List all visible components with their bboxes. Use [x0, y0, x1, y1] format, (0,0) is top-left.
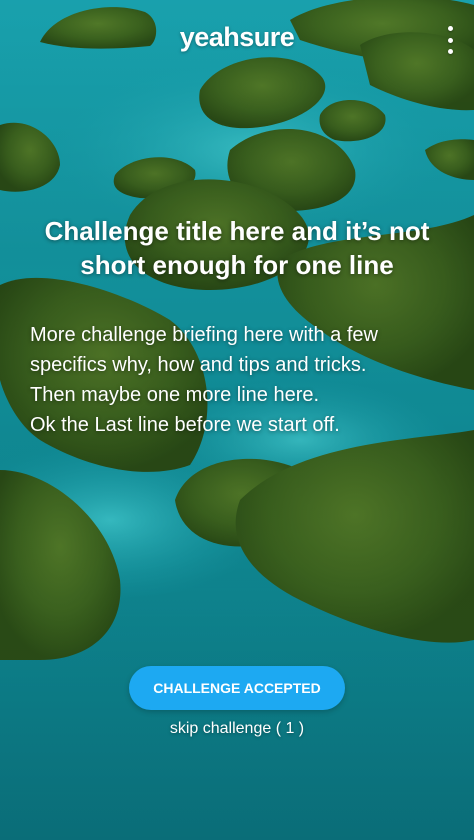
more-vertical-icon[interactable] — [440, 26, 460, 54]
challenge-briefing: More challenge briefing here with a few … — [30, 320, 450, 440]
challenge-title: Challenge title here and it’s not short … — [44, 216, 430, 280]
briefing-line: Then maybe one more line here. — [30, 384, 320, 406]
challenge-accepted-button[interactable]: CHALLENGE ACCEPTED — [129, 666, 345, 710]
app-logo: yeahsure — [179, 22, 295, 52]
briefing-line: specifics why, how and tips and tricks. — [30, 354, 367, 376]
skip-challenge-link[interactable]: skip challenge ( 1 ) — [0, 720, 474, 738]
briefing-line: More challenge briefing here with a few — [30, 324, 378, 346]
briefing-line: Ok the Last line before we start off. — [30, 414, 340, 436]
challenge-screen: yeahsure Challenge title here and it’s n… — [0, 0, 474, 840]
